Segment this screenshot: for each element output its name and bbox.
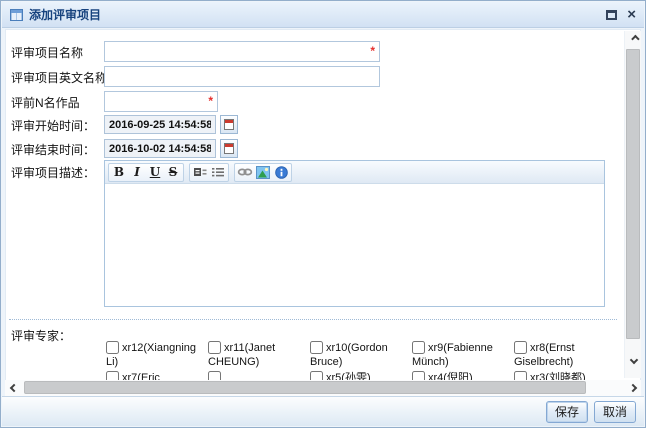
- close-icon[interactable]: ×: [627, 9, 636, 21]
- expert-checkbox[interactable]: [208, 341, 221, 354]
- expert-label: xr12(Xiangning Li): [106, 342, 196, 368]
- scroll-down-icon[interactable]: [625, 352, 642, 368]
- horizontal-scrollbar[interactable]: [5, 380, 641, 396]
- expert-checkbox[interactable]: [310, 341, 323, 354]
- expert-checkbox-item[interactable]: xr7(Eric GIZARD): [106, 371, 208, 380]
- project-name-label: 评审项目名称: [11, 44, 83, 61]
- expert-checkbox-item[interactable]: xr12(Xiangning Li): [106, 341, 208, 371]
- end-time-fieldwrap: [104, 139, 238, 158]
- top-n-label: 评前N名作品: [11, 94, 80, 111]
- dialog-titlebar: 添加评审项目 ×: [2, 2, 644, 28]
- calendar-glyph: [224, 119, 234, 130]
- project-name-input[interactable]: [104, 41, 380, 62]
- required-marker: *: [208, 94, 213, 108]
- project-name-fieldwrap: *: [104, 41, 380, 62]
- italic-icon[interactable]: I: [128, 164, 146, 180]
- add-review-project-dialog: 添加评审项目 × 评审项目名称 * 评审项目英文名称 评前N名作品 * 评审开始…: [0, 0, 646, 428]
- expert-checkbox-item[interactable]: xr10(Gordon Bruce): [310, 341, 412, 371]
- expert-label: xr5(孙雯): [326, 372, 371, 380]
- expert-checkbox[interactable]: [106, 341, 119, 354]
- project-name-en-fieldwrap: [104, 66, 380, 87]
- section-divider: [9, 319, 617, 320]
- expert-label: xr3(刘晓都): [530, 372, 586, 380]
- required-marker: *: [370, 44, 375, 58]
- expert-label: xr4(倪阳): [428, 372, 473, 380]
- experts-label: 评审专家：: [11, 327, 71, 344]
- table-icon: [10, 9, 23, 21]
- expert-checkbox-item[interactable]: xr8(Ernst Giselbrecht): [514, 341, 616, 371]
- expert-checkbox[interactable]: [412, 341, 425, 354]
- expert-checkbox-item[interactable]: xr3(刘晓都): [514, 371, 616, 380]
- calendar-glyph: [224, 143, 234, 154]
- top-n-input[interactable]: [104, 91, 218, 112]
- expert-checkbox-item[interactable]: xr11(Janet CHEUNG): [208, 341, 310, 371]
- expert-checkbox[interactable]: [514, 371, 527, 380]
- dialog-footer: 保存 取消: [2, 396, 644, 426]
- info-icon[interactable]: [272, 164, 290, 180]
- scroll-right-icon[interactable]: [624, 380, 641, 396]
- vertical-scrollbar-thumb[interactable]: [626, 49, 640, 339]
- expert-checkbox-item[interactable]: xr5(孙雯): [310, 371, 412, 380]
- cancel-button[interactable]: 取消: [594, 401, 636, 423]
- paragraph-button-group: [189, 163, 229, 182]
- start-time-fieldwrap: [104, 115, 238, 134]
- calendar-icon[interactable]: [220, 115, 238, 134]
- end-time-label: 评审结束时间：: [11, 141, 95, 158]
- start-time-input[interactable]: [104, 115, 216, 134]
- expert-checkbox[interactable]: [514, 341, 527, 354]
- end-time-input[interactable]: [104, 139, 216, 158]
- horizontal-scrollbar-thumb[interactable]: [24, 381, 586, 394]
- editor-toolbar: B I U S: [105, 161, 604, 184]
- description-textarea[interactable]: [105, 184, 604, 306]
- expert-checkbox-item[interactable]: xr4(倪阳): [412, 371, 514, 380]
- expert-checkbox[interactable]: [412, 371, 425, 380]
- list-icon[interactable]: [209, 164, 227, 180]
- expert-checkbox[interactable]: [208, 371, 221, 380]
- insert-button-group: [234, 163, 292, 182]
- experts-checkbox-grid: xr12(Xiangning Li) xr11(Janet CHEUNG) xr…: [106, 341, 621, 380]
- bold-icon[interactable]: B: [110, 164, 128, 180]
- window-controls: ×: [606, 9, 636, 21]
- strikethrough-icon[interactable]: S: [164, 164, 182, 180]
- calendar-icon[interactable]: [220, 139, 238, 158]
- description-editor: B I U S: [104, 160, 605, 307]
- dialog-title: 添加评审项目: [29, 6, 101, 23]
- image-icon[interactable]: [254, 164, 272, 180]
- expert-checkbox-item[interactable]: xr6(DongsongLi): [208, 371, 310, 380]
- expert-checkbox[interactable]: [310, 371, 323, 380]
- save-button[interactable]: 保存: [546, 401, 588, 423]
- expert-checkbox-item[interactable]: xr9(Fabienne Münch): [412, 341, 514, 371]
- blockquote-icon[interactable]: [191, 164, 209, 180]
- start-time-label: 评审开始时间：: [11, 117, 95, 134]
- underline-icon[interactable]: U: [146, 164, 164, 180]
- top-n-fieldwrap: *: [104, 91, 218, 112]
- scroll-left-icon[interactable]: [5, 380, 22, 396]
- project-name-en-label: 评审项目英文名称: [11, 69, 107, 86]
- scroll-up-icon[interactable]: [625, 31, 642, 47]
- project-name-en-input[interactable]: [104, 66, 380, 87]
- description-label: 评审项目描述：: [11, 164, 95, 181]
- maximize-icon[interactable]: [606, 10, 617, 20]
- expert-checkbox[interactable]: [106, 371, 119, 380]
- format-button-group: B I U S: [108, 163, 184, 182]
- vertical-scrollbar[interactable]: [624, 31, 641, 378]
- link-icon[interactable]: [236, 164, 254, 180]
- form-content: 评审项目名称 * 评审项目英文名称 评前N名作品 * 评审开始时间： 评审结束时…: [7, 31, 625, 380]
